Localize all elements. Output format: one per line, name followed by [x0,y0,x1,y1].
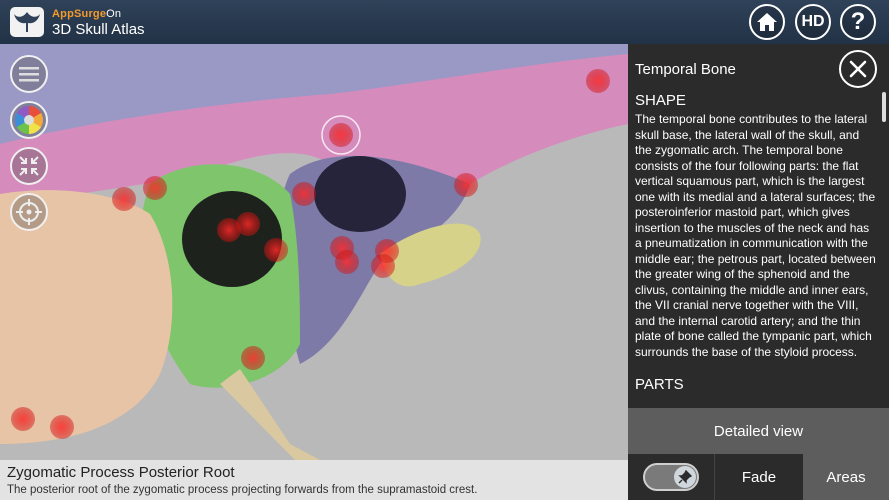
hotspot-marker[interactable] [329,123,353,147]
toggle-knob [674,466,696,488]
close-icon [849,60,867,78]
home-icon [757,13,777,31]
brand-name: AppSurgeOn [52,8,122,20]
info-panel: Temporal Bone SHAPE The temporal bone co… [628,44,889,500]
description-scroll-area[interactable]: SHAPE The temporal bone contributes to t… [635,92,879,408]
color-picker-button[interactable] [10,101,48,139]
pin-toggle-cell [628,454,713,500]
hotspot-marker[interactable] [335,250,359,274]
home-button[interactable] [749,4,785,40]
hotspot-marker[interactable] [112,187,136,211]
selected-structure-description: The posterior root of the zygomatic proc… [7,484,478,496]
color-wheel-icon [15,106,43,134]
section-heading-parts: PARTS [635,376,684,393]
skull-logo-icon [14,12,40,32]
hotspot-marker[interactable] [264,238,288,262]
skull-model-render[interactable] [0,44,628,460]
hotspot-marker[interactable] [586,69,610,93]
top-bar: AppSurgeOn 3D Skull Atlas HD ? [0,0,889,44]
center-target-button[interactable] [10,193,48,231]
hotspot-marker[interactable] [454,173,478,197]
selected-structure-title: Zygomatic Process Posterior Root [7,464,235,481]
menu-icon [19,67,39,82]
hotspot-marker[interactable] [143,176,167,200]
panel-scrollbar[interactable] [882,92,886,122]
hd-button[interactable]: HD [795,4,831,40]
pin-icon [678,470,692,484]
3d-model-viewport[interactable] [0,44,628,460]
crosshair-icon [16,199,42,225]
hotspot-marker[interactable] [50,415,74,439]
app-logo [10,7,44,37]
section-heading-shape: SHAPE [635,92,686,109]
areas-button[interactable]: Areas [803,454,889,500]
hotspot-marker[interactable] [236,212,260,236]
detailed-view-button[interactable]: Detailed view [628,408,889,454]
pin-toggle[interactable] [643,463,699,491]
app-title: 3D Skull Atlas [52,21,145,38]
fit-view-button[interactable] [10,147,48,185]
hotspot-marker[interactable] [292,182,316,206]
close-panel-button[interactable] [839,50,877,88]
menu-button[interactable] [10,55,48,93]
panel-title: Temporal Bone [635,61,736,78]
fade-button[interactable]: Fade [714,454,803,500]
help-button[interactable]: ? [840,4,876,40]
hotspot-marker[interactable] [11,407,35,431]
hotspot-marker[interactable] [371,254,395,278]
collapse-arrows-icon [19,156,39,176]
selection-caption: Zygomatic Process Posterior Root The pos… [0,460,628,500]
section-body-shape: The temporal bone contributes to the lat… [635,112,876,359]
hotspot-marker[interactable] [241,346,265,370]
panel-bottom-controls: Fade Areas [628,454,889,500]
